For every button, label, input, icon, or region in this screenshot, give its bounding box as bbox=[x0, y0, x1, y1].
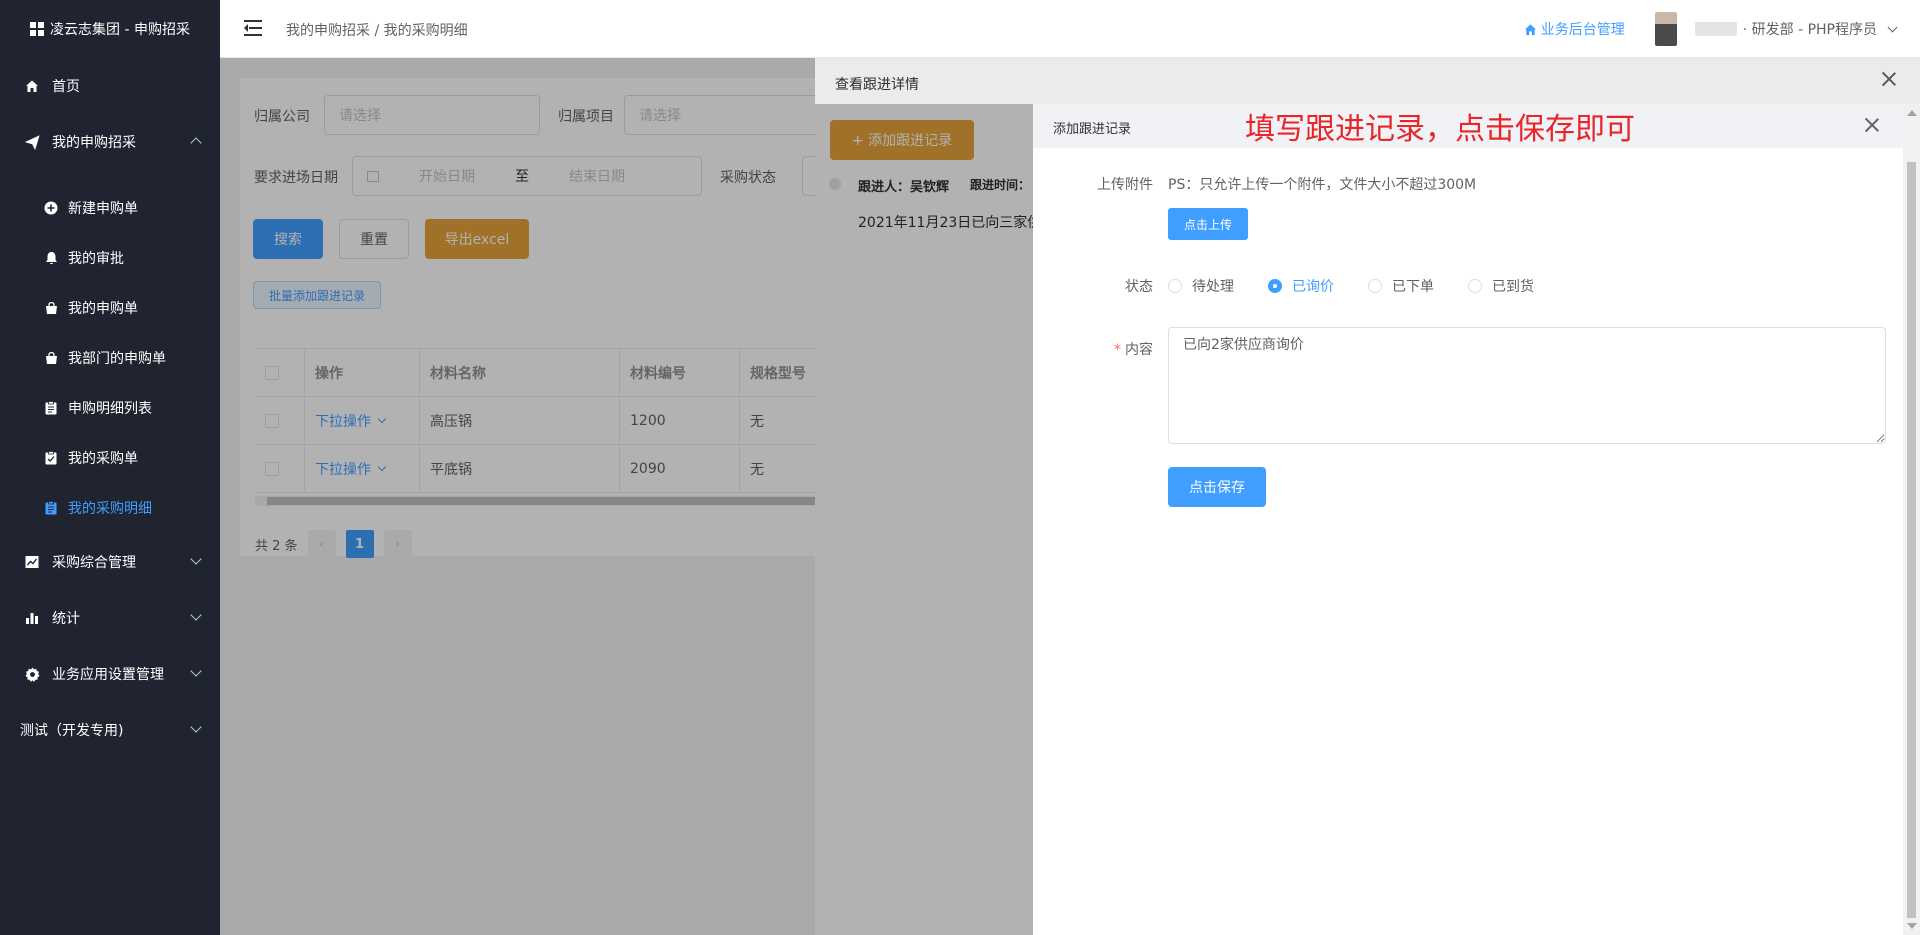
bag-icon bbox=[44, 351, 58, 365]
submenu-label: 新建申购单 bbox=[68, 201, 138, 217]
radio-circle bbox=[1268, 279, 1282, 293]
drawer-title: 查看跟进详情 bbox=[835, 77, 919, 93]
vertical-scrollbar[interactable] bbox=[1903, 104, 1920, 935]
radio-inquired[interactable]: 已询价 bbox=[1268, 276, 1334, 296]
submenu-item-requisition-details[interactable]: 申购明细列表 bbox=[0, 388, 220, 428]
submenu-item-my-purchase-orders[interactable]: 我的采购单 bbox=[0, 438, 220, 478]
menu-label: 采购综合管理 bbox=[52, 555, 136, 571]
clipboard-icon bbox=[44, 501, 58, 515]
submenu-label: 我的审批 bbox=[68, 251, 124, 267]
menu-item-home[interactable]: 首页 bbox=[0, 66, 220, 106]
radio-pending[interactable]: 待处理 bbox=[1168, 276, 1234, 296]
chart-line-icon bbox=[24, 554, 40, 570]
content-label-text: 内容 bbox=[1125, 342, 1153, 358]
drawer-header: 添加跟进记录 填写跟进记录，点击保存即可 bbox=[1033, 104, 1903, 148]
chevron-down-icon bbox=[190, 721, 202, 733]
upload-button[interactable]: 点击上传 bbox=[1168, 208, 1248, 240]
gear-icon bbox=[24, 666, 40, 682]
radio-circle bbox=[1368, 279, 1382, 293]
scroll-down-arrow-icon[interactable] bbox=[1907, 923, 1917, 929]
nested-modal-overlay[interactable] bbox=[815, 104, 1033, 935]
scrollbar-thumb[interactable] bbox=[1907, 162, 1916, 918]
app-title: 凌云志集团 - 申购招采 bbox=[50, 22, 190, 38]
blurred-username bbox=[1694, 22, 1737, 36]
header-right: 业务后台管理 · 研发部 - PHP程序员 bbox=[1524, 0, 1898, 58]
add-follow-record-drawer: 添加跟进记录 填写跟进记录，点击保存即可 上传附件 PS：只允许上传一个附件，文… bbox=[1033, 104, 1920, 935]
business-admin-label: 业务后台管理 bbox=[1540, 22, 1625, 38]
close-icon[interactable] bbox=[1863, 116, 1881, 134]
submenu-label: 我的申购单 bbox=[68, 301, 138, 317]
menu-label: 测试（开发专用) bbox=[20, 723, 124, 739]
radio-label: 已询价 bbox=[1292, 279, 1334, 295]
submenu-item-my-purchase-details[interactable]: 我的采购明细 bbox=[0, 488, 220, 528]
radio-label: 已到货 bbox=[1492, 279, 1534, 295]
menu-item-statistics[interactable]: 统计 bbox=[0, 598, 220, 638]
menu-label: 业务应用设置管理 bbox=[52, 667, 164, 683]
submenu-item-my-requisitions[interactable]: 我的申购单 bbox=[0, 288, 220, 328]
hamburger-menu-icon[interactable] bbox=[244, 20, 262, 36]
submenu-item-my-approvals[interactable]: 我的审批 bbox=[0, 238, 220, 278]
user-department-role[interactable]: · 研发部 - PHP程序员 bbox=[1743, 19, 1877, 39]
send-icon bbox=[24, 134, 40, 150]
avatar[interactable] bbox=[1654, 12, 1677, 46]
content-textarea[interactable]: 已向2家供应商询价 bbox=[1168, 327, 1886, 444]
bag-icon bbox=[44, 301, 58, 315]
clipboard-icon bbox=[44, 401, 58, 415]
menu-label: 我的申购招采 bbox=[52, 135, 136, 151]
sidebar: 凌云志集团 - 申购招采 首页 我的申购招采 新建申购单 我的审批 我的申购单 bbox=[0, 0, 220, 935]
menu-item-settings[interactable]: 业务应用设置管理 bbox=[0, 654, 220, 694]
status-label: 状态 bbox=[1125, 279, 1153, 295]
submenu-item-new-requisition[interactable]: 新建申购单 bbox=[0, 188, 220, 228]
menu-label: 首页 bbox=[52, 79, 80, 95]
submenu-label: 申购明细列表 bbox=[68, 401, 152, 417]
breadcrumb[interactable]: 我的申购招采 / 我的采购明细 bbox=[286, 20, 468, 40]
plus-circle-icon bbox=[44, 201, 58, 215]
home-icon bbox=[1524, 23, 1536, 35]
menu-item-my-procurement[interactable]: 我的申购招采 bbox=[0, 122, 220, 162]
submenu-label: 我的采购单 bbox=[68, 451, 138, 467]
bar-chart-icon bbox=[24, 610, 40, 626]
submenu-item-dept-requisitions[interactable]: 我部门的申购单 bbox=[0, 338, 220, 378]
submenu-label: 我的采购明细 bbox=[68, 501, 152, 517]
save-button[interactable]: 点击保存 bbox=[1168, 467, 1266, 507]
radio-circle bbox=[1468, 279, 1482, 293]
chevron-down-icon[interactable] bbox=[1887, 22, 1898, 32]
radio-arrived[interactable]: 已到货 bbox=[1468, 276, 1534, 296]
radio-label: 已下单 bbox=[1392, 279, 1434, 295]
clipboard-check-icon bbox=[44, 451, 58, 465]
radio-label: 待处理 bbox=[1192, 279, 1234, 295]
drawer-title: 添加跟进记录 bbox=[1053, 122, 1132, 137]
scroll-up-arrow-icon[interactable] bbox=[1907, 110, 1917, 116]
top-header: 我的申购招采 / 我的采购明细 业务后台管理 · 研发部 - PHP程序员 bbox=[220, 0, 1920, 58]
business-admin-link[interactable]: 业务后台管理 bbox=[1524, 19, 1625, 39]
chevron-down-icon bbox=[190, 665, 202, 677]
required-asterisk: * bbox=[1114, 342, 1121, 358]
content-label: * 内容 bbox=[1033, 339, 1153, 359]
menu-item-procurement-management[interactable]: 采购综合管理 bbox=[0, 542, 220, 582]
annotation-text: 填写跟进记录，点击保存即可 bbox=[1245, 112, 1635, 147]
grid-logo-icon bbox=[30, 22, 45, 36]
radio-ordered[interactable]: 已下单 bbox=[1368, 276, 1434, 296]
upload-hint: PS：只允许上传一个附件，文件大小不超过300M bbox=[1168, 177, 1477, 193]
status-radio-group: 待处理 已询价 已下单 已到货 bbox=[1168, 276, 1568, 296]
menu-label: 统计 bbox=[52, 611, 80, 627]
home-icon bbox=[24, 78, 40, 94]
close-icon[interactable] bbox=[1880, 70, 1898, 88]
attachment-label: 上传附件 bbox=[1097, 177, 1153, 193]
radio-circle bbox=[1168, 279, 1182, 293]
chevron-down-icon bbox=[190, 553, 202, 565]
submenu-label: 我部门的申购单 bbox=[68, 351, 166, 367]
bell-icon bbox=[44, 251, 58, 265]
menu-item-dev-test[interactable]: 测试（开发专用) bbox=[0, 710, 220, 750]
chevron-down-icon bbox=[190, 609, 202, 621]
app-logo[interactable]: 凌云志集团 - 申购招采 bbox=[0, 0, 220, 58]
chevron-up-icon bbox=[190, 137, 202, 149]
